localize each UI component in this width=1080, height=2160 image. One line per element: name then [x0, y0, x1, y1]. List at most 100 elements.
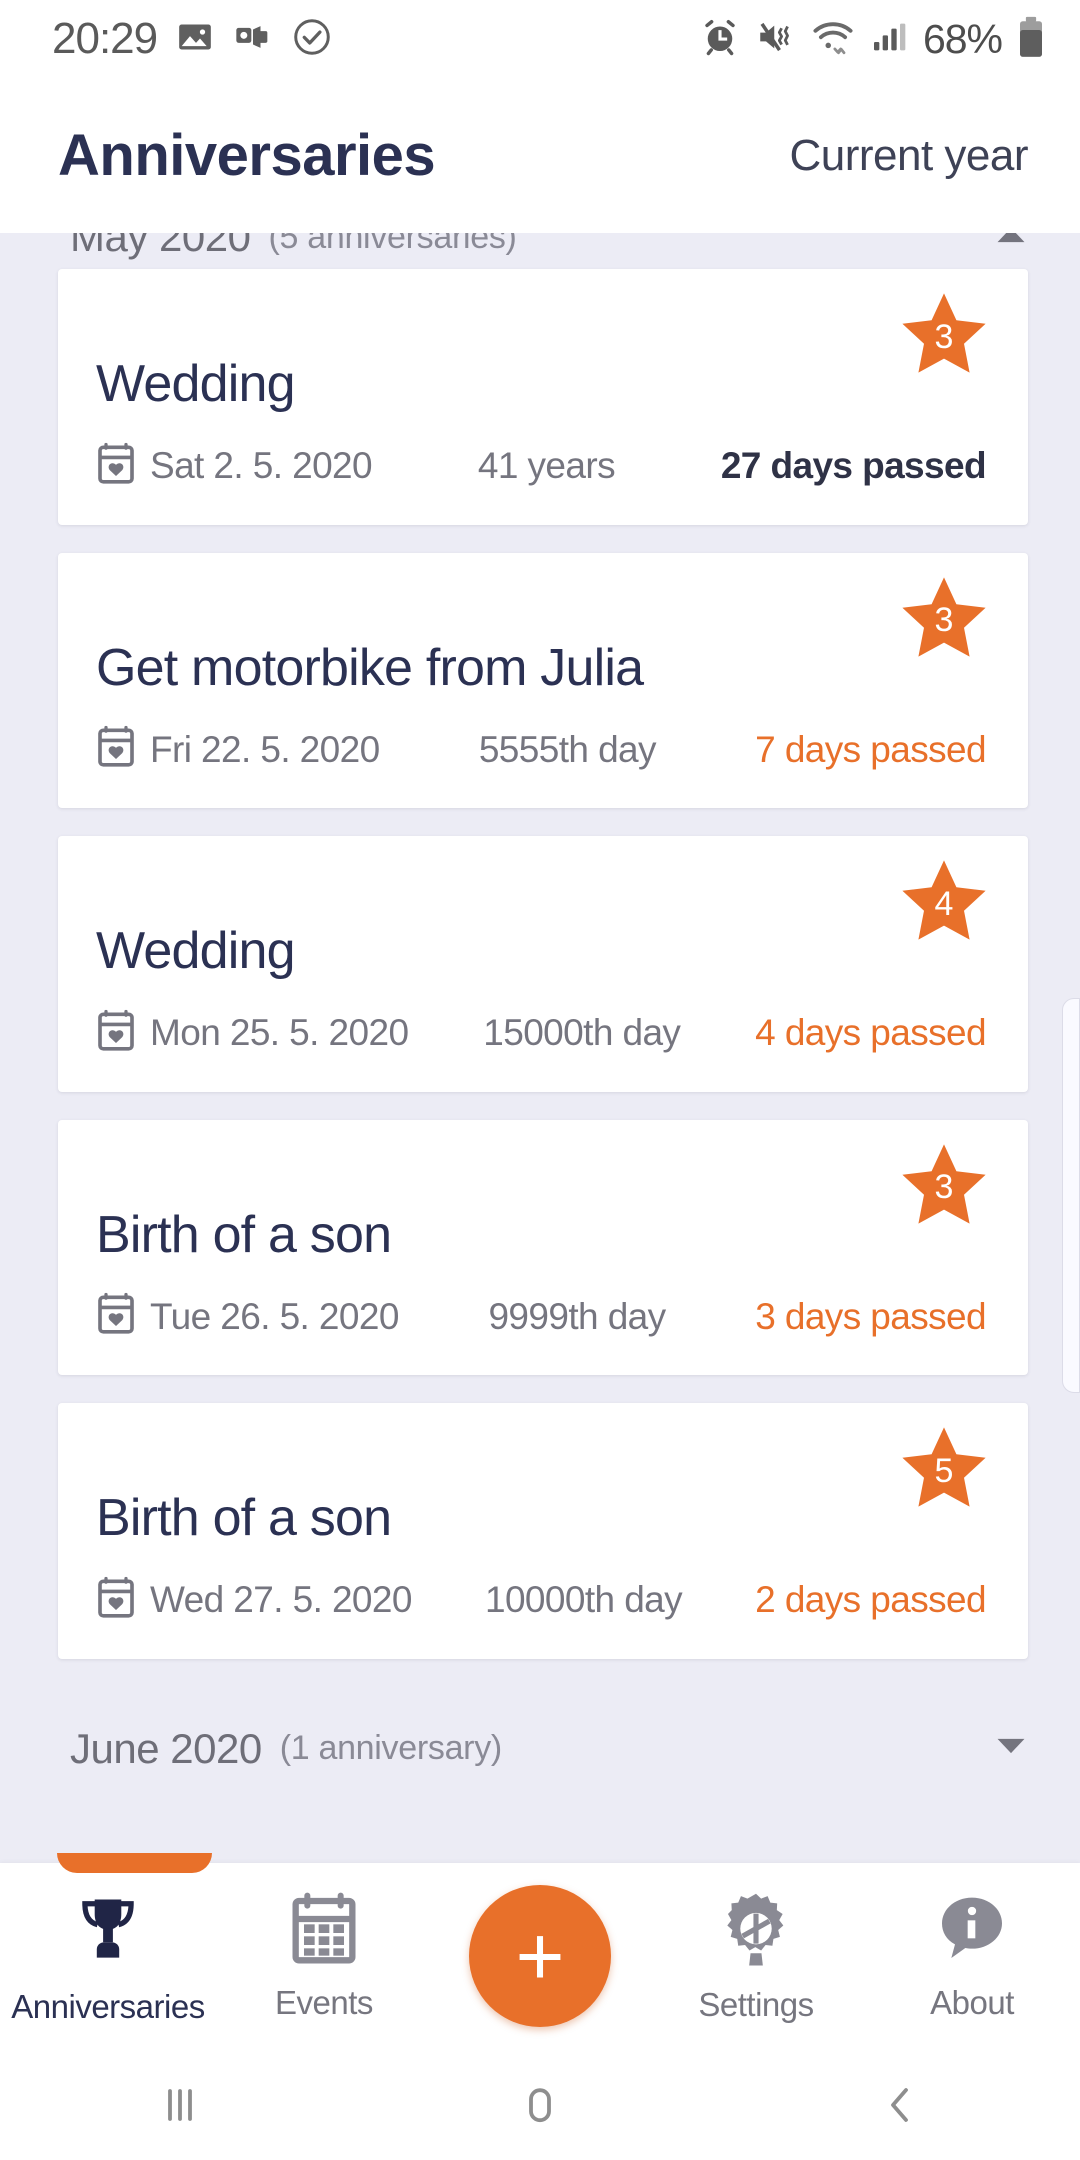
bottom-navigation: Anniversaries Events Settings About + — [0, 1853, 1080, 2050]
recents-icon — [168, 2089, 192, 2121]
scroll-position-indicator — [57, 1853, 212, 1873]
calendar-heart-icon — [96, 1576, 136, 1625]
section-month-label: June 2020 — [70, 1724, 262, 1772]
anniversary-card[interactable]: 3 Wedding Sat 2. 5. 2020 41 years 27 day… — [58, 269, 1028, 525]
nav-item-events[interactable]: Events — [216, 1863, 432, 2022]
anniversary-date: Wed 27. 5. 2020 — [96, 1576, 412, 1625]
page-title: Anniversaries — [58, 123, 436, 188]
section-header-june[interactable]: June 2020 (1 anniversary) — [0, 1717, 1080, 1781]
section-count-label: (5 anniversaries) — [268, 233, 517, 256]
anniversary-passed: 3 days passed — [755, 1295, 986, 1337]
nav-label-settings: Settings — [698, 1986, 814, 2023]
battery-percent-label: 68% — [922, 15, 1003, 62]
anniversary-card[interactable]: 5 Birth of a son Wed 27. 5. 2020 10000th… — [58, 1403, 1028, 1659]
anniversary-meta: Mon 25. 5. 2020 15000th day 4 days passe… — [96, 1009, 987, 1058]
star-badge: 3 — [896, 1138, 992, 1234]
app-header: Anniversaries Current year — [0, 78, 1080, 233]
info-bubble-icon — [932, 1889, 1012, 1974]
check-circle-icon — [291, 16, 333, 63]
nav-item-settings[interactable]: Settings — [648, 1863, 864, 2024]
anniversary-date: Sat 2. 5. 2020 — [96, 442, 373, 491]
app-root: 20:29 68% Anniversaries Current year May… — [0, 0, 1080, 2160]
anniversary-card[interactable]: 3 Get motorbike from Julia Fri 22. 5. 20… — [58, 552, 1028, 809]
section-header-may[interactable]: May 2020 (5 anniversaries) — [0, 233, 1080, 269]
anniversary-milestone: 10000th day — [484, 1579, 683, 1621]
anniversary-date-text: Wed 27. 5. 2020 — [150, 1579, 412, 1621]
star-badge-count: 5 — [934, 1451, 954, 1490]
anniversary-title: Get motorbike from Julia — [96, 638, 644, 697]
calendar-heart-icon — [96, 442, 136, 491]
nav-label-about: About — [930, 1984, 1014, 2021]
nav-label-anniversaries: Anniversaries — [11, 1988, 205, 2025]
gear-icon — [715, 1889, 797, 1976]
anniversary-date-text: Mon 25. 5. 2020 — [150, 1012, 409, 1054]
image-icon — [175, 17, 215, 62]
anniversary-title: Birth of a son — [96, 1205, 392, 1264]
battery-icon — [1016, 15, 1046, 64]
star-badge: 5 — [896, 1421, 992, 1517]
status-bar: 20:29 68% — [0, 0, 1080, 78]
back-icon — [891, 2088, 908, 2122]
star-badge: 4 — [896, 854, 992, 950]
star-badge: 3 — [896, 287, 992, 383]
calendar-heart-icon — [96, 1009, 136, 1058]
anniversary-date-text: Sat 2. 5. 2020 — [150, 445, 373, 487]
star-badge-count: 3 — [934, 601, 954, 640]
anniversary-meta: Fri 22. 5. 2020 5555th day 7 days passed — [96, 725, 987, 774]
section-count-label: (1 anniversary) — [279, 1729, 503, 1768]
star-badge-count: 4 — [934, 884, 954, 923]
anniversary-title: Birth of a son — [96, 1489, 392, 1548]
chevron-up-icon[interactable] — [994, 233, 1028, 251]
anniversary-meta: Sat 2. 5. 2020 41 years 27 days passed — [96, 442, 987, 491]
back-button[interactable] — [720, 2081, 1080, 2129]
anniversaries-list[interactable]: May 2020 (5 anniversaries) 3 Wedding Sat… — [0, 233, 1080, 1863]
anniversary-date: Tue 26. 5. 2020 — [96, 1292, 399, 1341]
anniversary-milestone: 9999th day — [488, 1295, 666, 1337]
anniversary-meta: Wed 27. 5. 2020 10000th day 2 days passe… — [96, 1576, 987, 1625]
recents-button[interactable] — [0, 2081, 360, 2129]
mute-vibrate-icon — [755, 16, 797, 63]
status-bar-right: 68% — [699, 15, 1046, 64]
anniversary-milestone: 5555th day — [478, 728, 657, 770]
anniversary-date: Fri 22. 5. 2020 — [96, 725, 380, 774]
year-filter-button[interactable]: Current year — [789, 131, 1028, 181]
anniversary-title: Wedding — [96, 922, 296, 981]
nav-item-about[interactable]: About — [864, 1863, 1080, 2022]
anniversary-passed: 27 days passed — [720, 445, 987, 487]
anniversary-date-text: Fri 22. 5. 2020 — [150, 728, 380, 770]
star-badge-count: 3 — [934, 317, 954, 356]
add-anniversary-fab[interactable]: + — [469, 1885, 611, 2027]
status-bar-left: 20:29 — [52, 14, 333, 64]
alarm-icon — [699, 16, 741, 63]
anniversary-passed: 4 days passed — [755, 1012, 986, 1054]
anniversary-passed: 2 days passed — [755, 1579, 986, 1621]
chevron-down-icon[interactable] — [994, 1735, 1028, 1762]
calendar-heart-icon — [96, 1292, 136, 1341]
calendar-heart-icon — [96, 725, 136, 774]
status-bar-clock: 20:29 — [52, 14, 158, 63]
home-icon — [529, 2088, 551, 2123]
anniversary-passed: 7 days passed — [755, 728, 986, 770]
anniversary-title: Wedding — [96, 355, 296, 413]
calendar-icon — [284, 1889, 364, 1974]
wifi-icon — [811, 15, 855, 64]
anniversary-milestone: 15000th day — [483, 1012, 681, 1054]
trophy-icon — [66, 1889, 150, 1978]
anniversary-date: Mon 25. 5. 2020 — [96, 1009, 409, 1058]
home-button[interactable] — [360, 2081, 720, 2129]
anniversary-meta: Tue 26. 5. 2020 9999th day 3 days passed — [96, 1292, 987, 1341]
anniversary-card[interactable]: 4 Wedding Mon 25. 5. 2020 15000th day 4 … — [58, 836, 1028, 1092]
section-month-label: May 2020 — [70, 233, 251, 260]
anniversary-card[interactable]: 3 Birth of a son Tue 26. 5. 2020 9999th … — [58, 1119, 1028, 1376]
star-badge: 3 — [896, 571, 992, 667]
star-badge-count: 3 — [934, 1168, 954, 1207]
android-system-nav — [0, 2050, 1080, 2160]
scrollbar-thumb[interactable] — [1062, 998, 1080, 1393]
signal-icon — [869, 17, 909, 62]
nav-label-events: Events — [275, 1984, 373, 2021]
outlook-icon — [233, 17, 273, 62]
plus-icon: + — [515, 1908, 565, 2003]
anniversary-date-text: Tue 26. 5. 2020 — [150, 1295, 399, 1337]
nav-item-anniversaries[interactable]: Anniversaries — [0, 1863, 216, 2026]
anniversary-milestone: 41 years — [477, 445, 616, 487]
